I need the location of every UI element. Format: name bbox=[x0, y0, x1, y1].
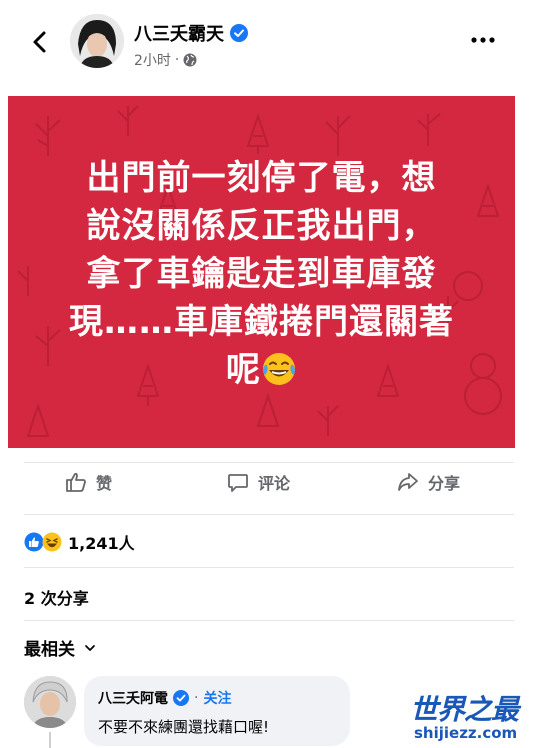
comment-sort-selector[interactable]: 最相关 bbox=[24, 635, 97, 660]
share-icon bbox=[398, 473, 418, 491]
comment-label: 评论 bbox=[258, 474, 291, 493]
meta-separator: · bbox=[174, 52, 180, 68]
sort-label: 最相关 bbox=[24, 640, 75, 660]
back-arrow-icon[interactable] bbox=[26, 28, 54, 56]
divider bbox=[24, 462, 514, 463]
more-options-icon[interactable] bbox=[468, 30, 498, 50]
post-time[interactable]: 2小时 bbox=[134, 50, 171, 70]
verified-badge-icon bbox=[230, 24, 248, 42]
reactions-summary[interactable]: 1,241人 bbox=[24, 530, 135, 554]
author-name[interactable]: 八三夭霸天 bbox=[134, 20, 224, 46]
like-button[interactable]: 赞 bbox=[64, 470, 112, 494]
post-text: 出門前一刻停了電，想 說沒關係反正我出門， 拿了車鑰匙走到車庫發 現……車庫鐵捲… bbox=[8, 154, 515, 394]
watermark-url: shijiezz.com bbox=[414, 724, 518, 742]
verified-badge-icon bbox=[173, 690, 189, 706]
shares-count[interactable]: 2 次分享 bbox=[24, 585, 89, 609]
share-label: 分享 bbox=[428, 474, 461, 493]
divider bbox=[24, 620, 514, 621]
commenter-name[interactable]: 八三夭阿電 bbox=[98, 688, 168, 708]
watermark-title: 世界之最 bbox=[410, 693, 519, 726]
post-header: 八三夭霸天 2小时 · bbox=[0, 0, 538, 90]
divider bbox=[24, 514, 514, 515]
post-text-line: 呢 bbox=[226, 350, 261, 390]
chevron-down-icon bbox=[85, 644, 95, 651]
thumbs-up-icon bbox=[66, 472, 86, 492]
laughing-tears-emoji-icon bbox=[263, 353, 295, 385]
post-image[interactable]: 出門前一刻停了電，想 說沒關係反正我出門， 拿了車鑰匙走到車庫發 現……車庫鐵捲… bbox=[8, 96, 515, 448]
follow-button[interactable]: 关注 bbox=[203, 688, 231, 708]
reaction-count: 1,241人 bbox=[68, 534, 135, 553]
comment-icon bbox=[228, 474, 248, 492]
author-avatar[interactable] bbox=[70, 14, 124, 68]
post-text-line: 說沒關係反正我出門， bbox=[86, 206, 437, 246]
haha-reaction-icon bbox=[42, 532, 62, 552]
post-text-line: 拿了車鑰匙走到車庫發 bbox=[86, 254, 437, 294]
divider bbox=[24, 567, 514, 568]
watermark: 世界之最 shijiezz.com bbox=[408, 688, 533, 746]
comment-text: 不要不來練團還找藉口喔! bbox=[98, 718, 270, 736]
commenter-avatar[interactable] bbox=[24, 676, 76, 728]
comment-button[interactable]: 评论 bbox=[226, 470, 290, 494]
post-text-line: 現……車庫鐵捲門還關著 bbox=[69, 302, 454, 342]
post-actions: 赞 评论 分享 bbox=[0, 470, 538, 510]
globe-icon bbox=[183, 53, 197, 67]
post-text-last-line: 呢 bbox=[8, 346, 515, 394]
comment-bubble[interactable]: 八三夭阿電 · 关注 不要不來練團還找藉口喔! bbox=[84, 676, 350, 746]
like-label: 赞 bbox=[96, 474, 113, 493]
share-button[interactable]: 分享 bbox=[396, 470, 460, 494]
comment-thread-line bbox=[49, 732, 51, 748]
post-text-line: 出門前一刻停了電，想 bbox=[86, 158, 437, 198]
comment-separator: · bbox=[194, 690, 199, 706]
like-reaction-icon bbox=[24, 532, 44, 552]
